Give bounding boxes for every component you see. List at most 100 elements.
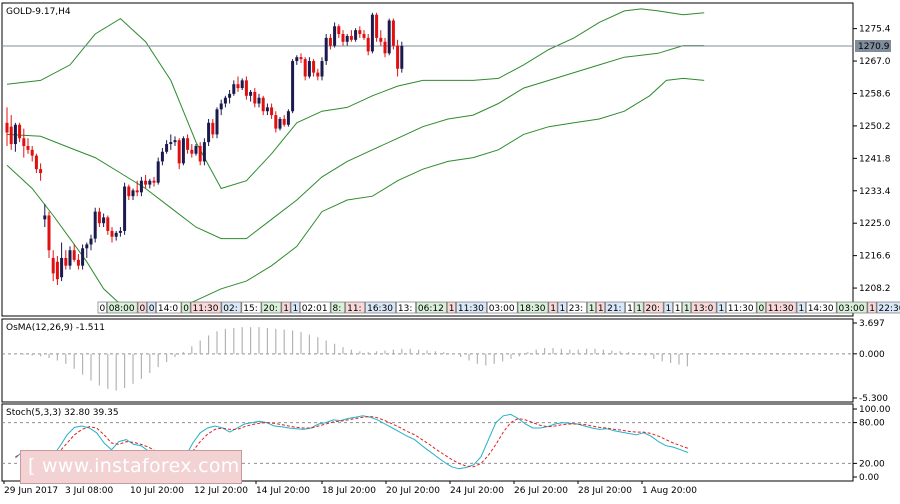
- x-tick-label-7: 24 Jul 20:00: [450, 486, 504, 496]
- candle-body: [241, 80, 244, 88]
- price-y-tick-label-2: 1258.6: [859, 89, 891, 99]
- x-tick-label-5: 18 Jul 20:00: [322, 486, 376, 496]
- x-tick-label-6: 20 Jul 20:00: [386, 486, 440, 496]
- session-label-17: 06:12: [418, 304, 444, 314]
- candle-body: [127, 187, 130, 197]
- session-label-31: 1: [666, 304, 672, 314]
- candle-body: [35, 156, 38, 170]
- candle-body: [39, 169, 42, 173]
- candle-body: [350, 36, 353, 40]
- candle-body: [300, 57, 303, 59]
- session-label-29: 1: [636, 304, 642, 314]
- candle-body: [337, 26, 340, 34]
- candle-body: [312, 61, 315, 73]
- osma-title: OsMA(12,26,9) -1.511: [6, 323, 105, 333]
- session-label-40: 14:30: [808, 304, 834, 314]
- session-label-13: 8:: [333, 304, 342, 314]
- candle-body: [245, 80, 248, 95]
- candle-body: [237, 84, 240, 88]
- session-label-23: 1: [560, 304, 566, 314]
- session-label-18: 1: [449, 304, 455, 314]
- bollinger-middle-band: [7, 46, 704, 239]
- candle-body: [169, 142, 172, 144]
- session-label-24: 23:: [569, 304, 583, 314]
- session-label-15: 16:30: [367, 304, 393, 314]
- candle-body: [287, 111, 290, 125]
- price-y-tick-label-4: 1241.8: [859, 154, 891, 164]
- candle-body: [148, 181, 151, 185]
- candle-body: [308, 61, 311, 76]
- candle-body: [22, 138, 25, 146]
- candle-body: [90, 239, 93, 245]
- session-label-34: 13:0: [693, 304, 713, 314]
- session-label-28: 1: [627, 304, 633, 314]
- candle-body: [266, 107, 269, 111]
- candle-body: [211, 123, 214, 135]
- price-pane-frame: [2, 3, 853, 316]
- x-tick-label-0: 29 Jun 2017: [4, 486, 58, 496]
- price-y-tick-label-7: 1216.6: [859, 252, 891, 262]
- x-tick-label-4: 14 Jul 20:00: [256, 486, 310, 496]
- candle-body: [249, 92, 252, 96]
- candle-body: [342, 34, 345, 42]
- trading-chart: 1275.41267.01258.61250.21241.81233.41225…: [0, 0, 900, 500]
- candle-body: [56, 262, 59, 279]
- candle-body: [329, 38, 332, 46]
- session-label-35: 1: [719, 304, 725, 314]
- price-chart-title: GOLD-9.17,H4: [6, 7, 71, 17]
- candle-body: [48, 215, 51, 250]
- session-label-37: 0: [759, 304, 765, 314]
- candle-body: [144, 181, 147, 185]
- candle-body: [52, 258, 55, 273]
- session-label-27: 21:: [607, 304, 621, 314]
- candle-body: [64, 258, 67, 266]
- price-y-tick-label-8: 1208.2: [859, 284, 891, 294]
- candle-body: [85, 244, 88, 248]
- bollinger-lower-band: [7, 78, 704, 312]
- candle-body: [371, 15, 374, 52]
- x-tick-label-2: 10 Jul 20:00: [130, 486, 184, 496]
- session-label-32: 1: [675, 304, 681, 314]
- session-label-12: 02:01: [302, 304, 328, 314]
- candle-body: [274, 115, 277, 129]
- stoch-y-tick-label-2: 20.00: [859, 459, 885, 469]
- candle-body: [279, 119, 282, 129]
- candle-body: [291, 61, 294, 111]
- session-label-30: 20:: [646, 304, 660, 314]
- candle-body: [367, 38, 370, 52]
- candle-body: [333, 26, 336, 45]
- candle-body: [388, 21, 391, 54]
- candle-body: [396, 46, 399, 69]
- stoch-title: Stoch(5,3,3) 32.80 39.35: [6, 408, 119, 418]
- candle-body: [69, 250, 72, 265]
- session-label-36: 11:30: [728, 304, 754, 314]
- session-label-10: 1: [283, 304, 289, 314]
- candle-body: [283, 119, 286, 125]
- session-label-2: 0: [140, 304, 146, 314]
- session-label-4: 14:0: [158, 304, 178, 314]
- candle-body: [182, 138, 185, 163]
- session-label-14: 11:: [347, 304, 361, 314]
- candle-body: [195, 146, 198, 154]
- candle-body: [325, 38, 328, 61]
- session-label-6: 11:30: [193, 304, 219, 314]
- candle-body: [379, 38, 382, 42]
- candle-body: [203, 142, 206, 161]
- session-label-9: 20:: [263, 304, 277, 314]
- candle-body: [321, 61, 324, 76]
- session-label-21: 18:30: [520, 304, 546, 314]
- candle-body: [224, 98, 227, 104]
- session-label-43: 22:30: [879, 304, 900, 314]
- session-label-25: 1: [589, 304, 595, 314]
- candle-body: [60, 258, 63, 277]
- session-label-19: 11:30: [458, 304, 484, 314]
- candle-body: [123, 187, 126, 231]
- session-label-0: 0: [100, 304, 106, 314]
- candle-body: [174, 140, 177, 142]
- osma-y-tick-label-0: 3.697: [859, 319, 885, 329]
- watermark-text: [ www.instaforex.com ]: [28, 455, 254, 477]
- candle-body: [190, 150, 193, 154]
- price-y-tick-label-0: 1275.4: [859, 25, 891, 35]
- x-tick-label-8: 26 Jul 20:00: [514, 486, 568, 496]
- candle-body: [304, 59, 307, 76]
